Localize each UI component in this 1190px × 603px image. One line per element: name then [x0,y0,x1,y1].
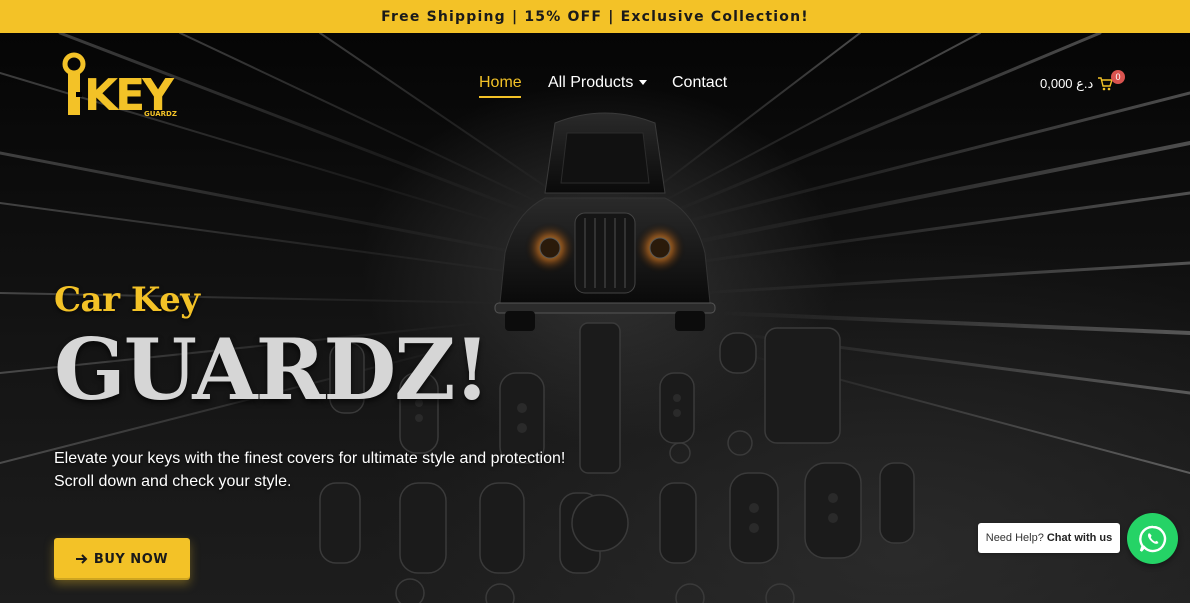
cart-count-badge: 0 [1111,70,1125,84]
nav-all-products[interactable]: All Products [548,74,648,92]
chat-prompt-text: Need Help? [985,532,1044,544]
promo-text: Free Shipping | 15% OFF | Exclusive Coll… [381,8,809,25]
cart-total: 0,000 د.ع [1040,76,1094,91]
logo-subtext: GUARDZ [144,110,177,118]
chat-prompt-bubble[interactable]: Need Help? Chat with us [978,523,1120,553]
whatsapp-icon [1138,525,1166,552]
buy-now-label: BUY NOW [93,551,169,567]
nav-home-active-indicator [479,96,521,98]
hero-title: GUARDZ! [54,320,490,419]
hero-kicker: Car Key [54,280,200,320]
promo-bar: Free Shipping | 15% OFF | Exclusive Coll… [0,0,1190,33]
arrow-right-icon [75,554,88,564]
buy-now-button[interactable]: BUY NOW [54,538,190,580]
caret-down-icon [639,80,648,86]
chat-action-text: Chat with us [1046,532,1113,544]
cart-button[interactable]: 0,000 د.ع [1040,76,1114,92]
hero-description-line-1: Elevate your keys with the finest covers… [54,450,566,467]
hero-description: Elevate your keys with the finest covers… [54,447,614,493]
nav-home[interactable]: Home [479,74,522,92]
nav-all-products-label: All Products [548,74,634,91]
whatsapp-chat-button[interactable] [1127,513,1178,564]
hero-description-line-2: Scroll down and check your style. [54,473,292,490]
nav-contact[interactable]: Contact [672,74,727,92]
car-image [494,112,716,331]
key-guardz-logo[interactable]: KEY GUARDZ [62,52,182,118]
